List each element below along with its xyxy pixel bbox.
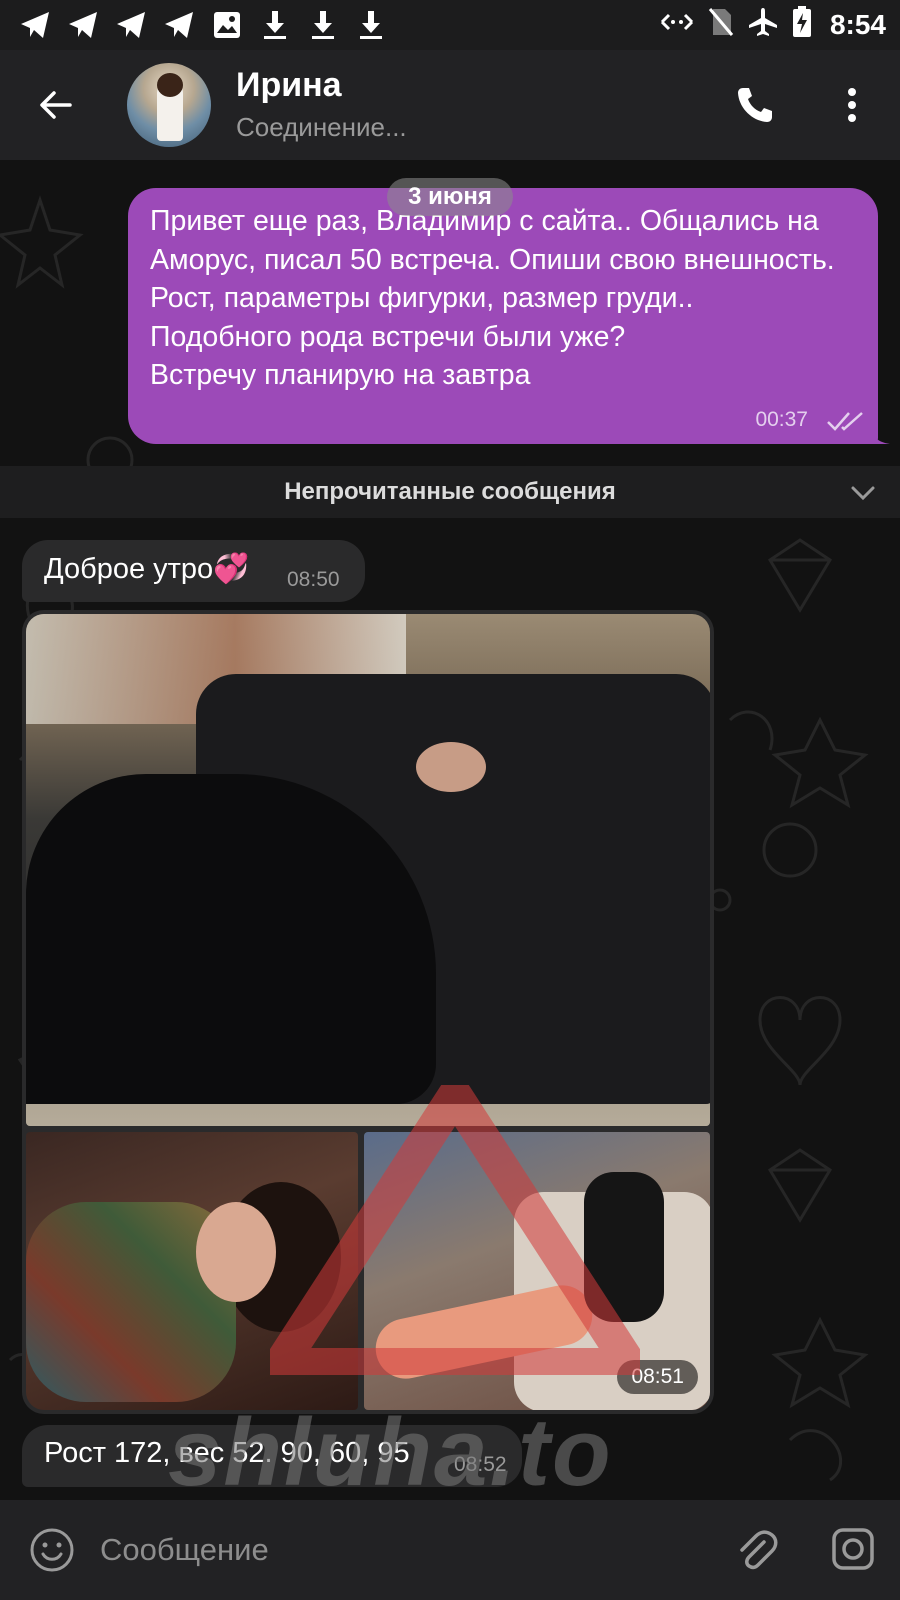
data-saver-icon <box>660 10 694 39</box>
telegram-icon <box>18 8 52 42</box>
download-icon <box>354 8 388 42</box>
date-chip: 3 июня <box>387 178 513 216</box>
contact-name[interactable]: Ирина <box>236 66 342 105</box>
emoji-button[interactable] <box>28 1526 76 1574</box>
download-icon <box>306 8 340 42</box>
double-check-icon <box>827 412 863 431</box>
camera-icon <box>832 1528 874 1570</box>
message-text: Привет еще раз, Владимир с сайта.. Общал… <box>150 205 835 391</box>
battery-charging-icon <box>792 6 812 43</box>
message-input-bar <box>0 1500 900 1600</box>
message-text: Доброе утро💞 <box>44 553 250 585</box>
message-text: Рост 172, вес 52. 90, 60, 95 <box>44 1437 410 1469</box>
phone-icon <box>738 88 772 122</box>
incoming-message[interactable]: Рост 172, вес 52. 90, 60, 95 08:52 <box>22 1425 522 1487</box>
call-button[interactable] <box>730 80 780 130</box>
unread-messages-divider: Непрочитанные сообщения <box>0 466 900 518</box>
back-button[interactable] <box>30 80 80 130</box>
album-photo[interactable] <box>26 614 710 1126</box>
download-icon <box>258 8 292 42</box>
clock: 8:54 <box>829 8 886 40</box>
attach-button[interactable] <box>732 1526 780 1574</box>
no-sim-icon <box>708 7 734 42</box>
chevron-down-icon[interactable] <box>850 480 876 506</box>
system-icons: 8:54 <box>660 6 886 43</box>
image-icon <box>210 8 244 42</box>
album-photo[interactable] <box>26 1132 358 1410</box>
connection-status: Соединение... <box>236 112 407 142</box>
unread-label: Непрочитанные сообщения <box>284 478 616 505</box>
notification-icons <box>18 8 388 42</box>
message-time: 08:52 <box>454 1453 507 1476</box>
photo-album[interactable]: 08:51 <box>22 610 714 1414</box>
telegram-icon <box>66 8 100 42</box>
telegram-icon <box>114 8 148 42</box>
telegram-icon <box>162 8 196 42</box>
airplane-icon <box>748 7 778 42</box>
status-bar: 8:54 <box>0 0 900 50</box>
message-time: 00:37 <box>755 408 808 431</box>
back-arrow-icon <box>40 91 72 119</box>
bubble-tail <box>868 424 890 444</box>
more-options-button[interactable] <box>832 80 872 130</box>
more-vertical-icon <box>848 88 856 122</box>
camera-button[interactable] <box>828 1524 878 1574</box>
message-input[interactable] <box>96 1520 704 1580</box>
chat-header: Ирина Соединение... <box>0 50 900 160</box>
avatar-hair <box>157 73 183 97</box>
message-time: 08:50 <box>287 568 340 591</box>
outgoing-message[interactable]: Привет еще раз, Владимир с сайта.. Общал… <box>128 188 878 444</box>
album-time: 08:51 <box>617 1360 698 1394</box>
avatar[interactable] <box>127 63 211 147</box>
smiley-icon <box>30 1528 74 1572</box>
paperclip-icon <box>740 1530 778 1570</box>
incoming-message[interactable]: Доброе утро💞 08:50 <box>22 540 365 602</box>
